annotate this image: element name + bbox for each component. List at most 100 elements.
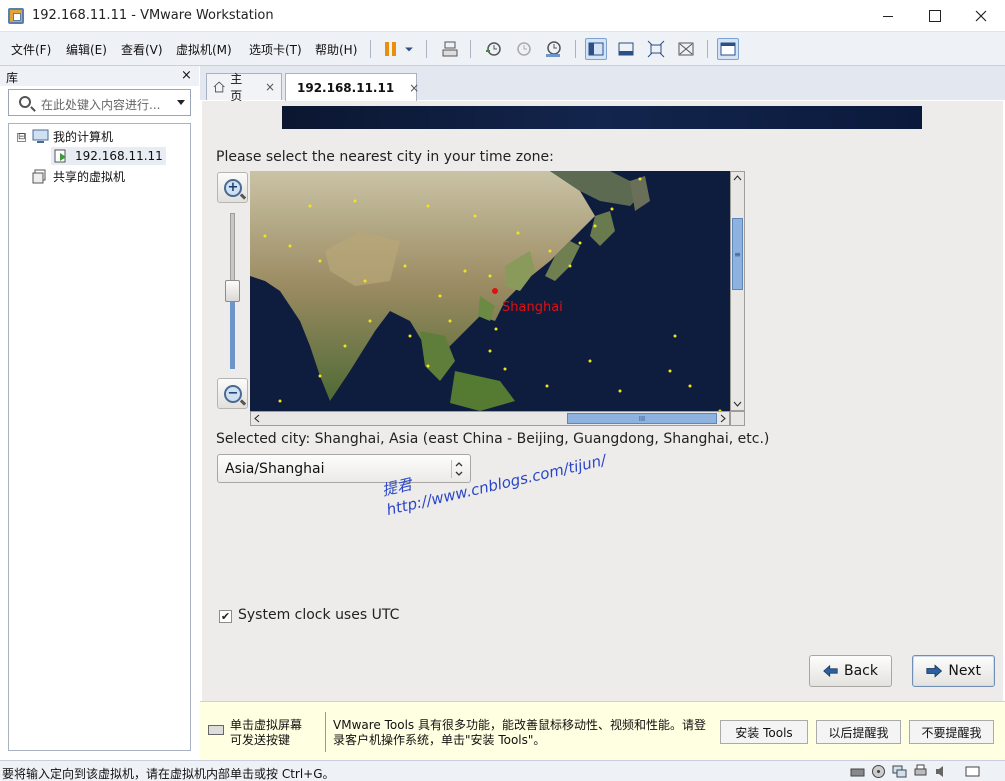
- timezone-map[interactable]: Shanghai: [250, 171, 730, 411]
- tree-item-label: 我的计算机: [53, 130, 114, 144]
- unity-icon: [678, 42, 694, 56]
- snapshot-icon: [486, 42, 501, 56]
- next-button-label: Next: [948, 663, 981, 679]
- back-button-label: Back: [844, 663, 878, 679]
- library-search-input[interactable]: 在此处键入内容进行...: [8, 89, 191, 116]
- chevron-down-icon: [405, 47, 413, 52]
- maximize-button[interactable]: [912, 0, 958, 32]
- zoom-slider-fill: [230, 291, 235, 369]
- vm-console-screen[interactable]: Please select the nearest city in your t…: [202, 101, 1003, 701]
- revert-snapshot-button[interactable]: [512, 38, 534, 60]
- chevron-left-icon[interactable]: [251, 412, 264, 425]
- zoom-out-button[interactable]: −: [217, 378, 248, 409]
- fullscreen-button[interactable]: [645, 38, 667, 60]
- collapse-icon[interactable]: ⊟: [17, 133, 26, 142]
- tab-vm[interactable]: 192.168.11.11 ×: [285, 73, 419, 101]
- utc-checkbox-label[interactable]: System clock uses UTC: [238, 607, 399, 623]
- tab-strip: 主页 × 192.168.11.11 ×: [200, 66, 1005, 103]
- minimize-button[interactable]: [865, 0, 911, 32]
- zoom-in-button[interactable]: +: [217, 172, 248, 203]
- search-icon: [19, 96, 31, 108]
- send-keys-icon: [442, 41, 458, 57]
- close-icon: [975, 10, 987, 22]
- tree-item-vm[interactable]: 192.168.11.11: [51, 147, 166, 165]
- printer-icon[interactable]: [913, 764, 928, 779]
- pause-dropdown[interactable]: [402, 38, 416, 60]
- zoom-out-icon: −: [223, 384, 242, 403]
- window-title: 192.168.11.11 - VMware Workstation: [32, 8, 274, 23]
- click-to-send-keys-hint: 单击虚拟屏幕 可发送按键: [230, 718, 303, 747]
- remind-later-button[interactable]: 以后提醒我: [816, 720, 901, 744]
- library-tree: ⊟ 我的计算机 192.168.11.11 共享的虚拟机: [8, 123, 191, 751]
- menu-help[interactable]: 帮助(H): [315, 41, 357, 58]
- utc-checkbox[interactable]: ✔: [219, 610, 232, 623]
- timezone-prompt: Please select the nearest city in your t…: [216, 149, 554, 165]
- install-tools-button[interactable]: 安装 Tools: [720, 720, 808, 744]
- status-text: 要将输入定向到该虚拟机，请在虚拟机内部单击或按 Ctrl+G。: [2, 767, 335, 781]
- tree-item-label: 共享的虚拟机: [53, 170, 126, 184]
- unity-button[interactable]: [675, 38, 697, 60]
- toolbar-separator: [707, 40, 708, 58]
- tree-item-my-computer[interactable]: 我的计算机: [32, 128, 113, 145]
- close-library-button[interactable]: ×: [181, 68, 192, 83]
- cd-drive-icon[interactable]: [871, 764, 886, 779]
- map-vertical-scrollbar[interactable]: ≡: [730, 171, 745, 411]
- show-library-icon: [588, 42, 604, 56]
- tree-item-shared-vms[interactable]: 共享的虚拟机: [32, 168, 125, 185]
- menu-bar: 文件(F) 编辑(E) 查看(V) 虚拟机(M) 选项卡(T) 帮助(H): [0, 32, 1005, 66]
- thumbnail-bar-button[interactable]: [615, 38, 637, 60]
- take-snapshot-button[interactable]: [482, 38, 504, 60]
- tools-message: VMware Tools 具有很多功能，能改善鼠标移动性、视频和性能。请登录客户…: [333, 718, 706, 747]
- world-map-image: Shanghai: [250, 171, 730, 411]
- tab-label: 192.168.11.11: [297, 80, 395, 95]
- toolbar-separator: [426, 40, 427, 58]
- zoom-in-icon: +: [223, 178, 242, 197]
- selected-city-text: Selected city: Shanghai, Asia (east Chin…: [216, 431, 770, 447]
- map-hscroll-thumb[interactable]: III: [567, 413, 717, 424]
- keyboard-icon: [208, 725, 224, 735]
- map-horizontal-scrollbar[interactable]: III: [250, 411, 730, 426]
- network-icon[interactable]: [892, 764, 907, 779]
- chevron-right-icon[interactable]: [716, 412, 729, 425]
- computer-icon: [32, 129, 49, 143]
- pause-button[interactable]: [380, 38, 402, 60]
- back-button[interactable]: Back: [809, 655, 892, 687]
- menu-file[interactable]: 文件(F): [11, 41, 51, 58]
- revert-snapshot-icon: [517, 42, 531, 56]
- close-tab-button[interactable]: ×: [265, 80, 275, 94]
- zoom-slider-handle[interactable]: [225, 280, 240, 302]
- home-icon: [213, 81, 225, 93]
- scrollbar-corner: [730, 411, 745, 426]
- console-view-icon: [720, 42, 736, 56]
- menu-vm[interactable]: 虚拟机(M): [176, 41, 232, 58]
- chevron-down-icon[interactable]: [177, 100, 185, 105]
- close-window-button[interactable]: [958, 0, 1004, 32]
- snapshot-manager-button[interactable]: [542, 38, 564, 60]
- arrow-left-icon: [823, 664, 838, 678]
- hard-disk-icon[interactable]: [850, 764, 865, 779]
- status-bar: 要将输入定向到该虚拟机，请在虚拟机内部单击或按 Ctrl+G。: [0, 760, 1005, 781]
- menu-tabs[interactable]: 选项卡(T): [249, 41, 302, 58]
- pause-icon: [385, 42, 396, 56]
- send-ctrl-alt-del-button[interactable]: [439, 38, 461, 60]
- console-view-button[interactable]: [717, 38, 739, 60]
- vm-icon: [54, 149, 66, 162]
- snapshot-manager-icon: [546, 41, 561, 57]
- library-title: 库: [6, 71, 19, 85]
- next-button[interactable]: Next: [912, 655, 995, 687]
- menu-view[interactable]: 查看(V): [121, 41, 163, 58]
- chevron-down-icon[interactable]: [731, 397, 744, 410]
- library-header: 库 ×: [0, 66, 199, 86]
- installer-banner: [282, 106, 922, 129]
- message-log-icon[interactable]: [965, 764, 980, 779]
- map-vscroll-thumb[interactable]: ≡: [732, 218, 743, 290]
- menu-edit[interactable]: 编辑(E): [66, 41, 107, 58]
- close-tab-button[interactable]: ×: [409, 81, 419, 95]
- sound-icon[interactable]: [934, 764, 949, 779]
- tree-item-label: 192.168.11.11: [75, 149, 163, 163]
- show-library-button[interactable]: [585, 38, 607, 60]
- timezone-selected-value: Asia/Shanghai: [225, 461, 325, 477]
- never-remind-button[interactable]: 不要提醒我: [909, 720, 994, 744]
- tab-home[interactable]: 主页 ×: [206, 72, 282, 103]
- chevron-up-icon[interactable]: [731, 172, 744, 185]
